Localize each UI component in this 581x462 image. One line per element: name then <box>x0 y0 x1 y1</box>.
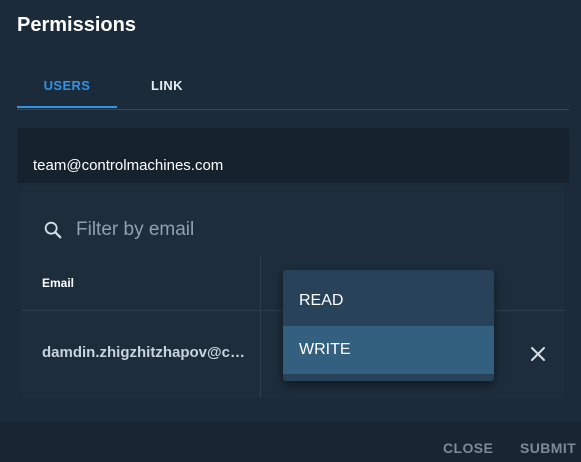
permission-dropdown-menu: READ WRITE <box>283 270 494 381</box>
row-email: damdin.zhigzhitzhapov@controlmachines.co… <box>42 344 254 361</box>
active-tab-indicator <box>17 106 117 108</box>
column-header-email: Email <box>42 276 75 290</box>
email-input-value: team@controlmachines.com <box>33 157 224 174</box>
filter-email-input[interactable] <box>74 214 378 246</box>
tab-users[interactable]: USERS <box>17 66 117 108</box>
tab-link[interactable]: LINK <box>117 66 217 108</box>
submit-button[interactable]: SUBMIT <box>520 440 576 456</box>
permissions-dialog: Permissions USERS LINK team@controlmachi… <box>0 0 581 462</box>
search-icon <box>44 221 62 239</box>
dialog-footer: CLOSE SUBMIT <box>0 422 581 462</box>
close-button[interactable]: CLOSE <box>443 440 493 456</box>
remove-user-close-icon[interactable] <box>528 344 548 364</box>
dialog-title: Permissions <box>17 14 136 36</box>
tab-bar: USERS LINK <box>17 66 569 110</box>
menu-item-write[interactable]: WRITE <box>283 326 494 374</box>
menu-item-read[interactable]: READ <box>283 277 494 325</box>
tabs-divider <box>17 109 569 110</box>
email-input[interactable]: team@controlmachines.com <box>17 128 569 183</box>
